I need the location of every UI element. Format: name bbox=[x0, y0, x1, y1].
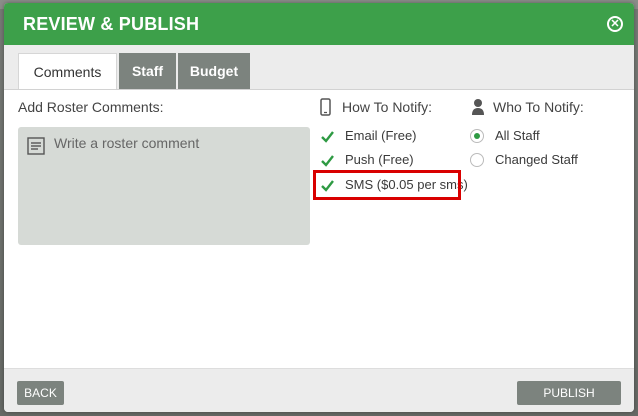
radio-selected[interactable] bbox=[470, 129, 484, 143]
dialog-header: REVIEW & PUBLISH ✕ bbox=[4, 3, 634, 45]
checkbox-checked-icon[interactable] bbox=[320, 153, 335, 168]
tab-staff[interactable]: Staff bbox=[119, 53, 176, 89]
back-button[interactable]: BACK bbox=[17, 381, 64, 405]
review-publish-dialog: REVIEW & PUBLISH ✕ Comments Staff Budget… bbox=[4, 3, 634, 412]
how-to-notify-label: How To Notify: bbox=[342, 99, 432, 115]
comments-label: Add Roster Comments: bbox=[18, 99, 164, 115]
dialog-footer: BACK PUBLISH ROSTER bbox=[4, 368, 634, 412]
comment-placeholder: Write a roster comment bbox=[54, 135, 200, 151]
who-all-staff-label: All Staff bbox=[495, 128, 540, 143]
tab-bar: Comments Staff Budget bbox=[4, 45, 634, 90]
who-all-staff-option[interactable]: All Staff bbox=[470, 128, 560, 146]
who-changed-staff-option[interactable]: Changed Staff bbox=[470, 152, 580, 170]
note-icon bbox=[27, 137, 45, 155]
person-icon bbox=[472, 99, 484, 115]
comments-panel: Add Roster Comments: Write a roster comm… bbox=[4, 90, 634, 368]
who-changed-staff-label: Changed Staff bbox=[495, 152, 578, 167]
publish-roster-button[interactable]: PUBLISH ROSTER bbox=[517, 381, 621, 412]
tab-comments[interactable]: Comments bbox=[18, 53, 117, 89]
notify-push-label: Push (Free) bbox=[345, 152, 414, 167]
checkbox-checked-icon[interactable] bbox=[320, 129, 335, 144]
roster-comment-input[interactable]: Write a roster comment bbox=[18, 127, 310, 245]
notify-email-option[interactable]: Email (Free) bbox=[320, 128, 440, 146]
notify-push-option[interactable]: Push (Free) bbox=[320, 152, 440, 170]
radio-unselected[interactable] bbox=[470, 153, 484, 167]
close-icon[interactable]: ✕ bbox=[607, 16, 623, 32]
tab-budget[interactable]: Budget bbox=[178, 53, 250, 89]
phone-icon bbox=[320, 98, 331, 116]
notify-email-label: Email (Free) bbox=[345, 128, 417, 143]
who-to-notify-label: Who To Notify: bbox=[493, 99, 584, 115]
dialog-title: REVIEW & PUBLISH bbox=[23, 14, 200, 34]
sms-highlight-box bbox=[313, 170, 461, 200]
